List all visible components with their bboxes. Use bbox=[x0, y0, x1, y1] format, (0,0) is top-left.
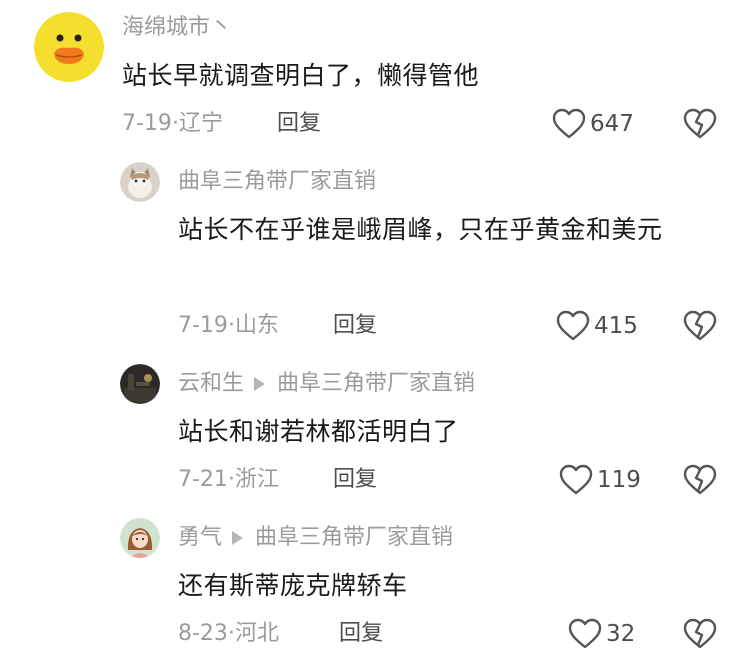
comment-date: 7-19 bbox=[122, 111, 172, 136]
reply-button[interactable]: 回复 bbox=[339, 623, 383, 645]
username[interactable]: 海绵城市丶 bbox=[122, 17, 232, 39]
duck-avatar-icon bbox=[34, 12, 104, 82]
broken-heart-icon bbox=[683, 464, 717, 495]
comment-location: 山东 bbox=[234, 313, 279, 338]
avatar[interactable] bbox=[34, 12, 104, 82]
comment-text: 站长和谢若林都活明白了 bbox=[178, 417, 459, 446]
username[interactable]: 云和生 曲阜三角带厂家直销 bbox=[178, 373, 475, 395]
avatar[interactable] bbox=[120, 518, 160, 558]
like-button[interactable]: 415 bbox=[556, 310, 638, 342]
like-count: 32 bbox=[606, 620, 636, 647]
dislike-button[interactable] bbox=[683, 310, 717, 342]
comment-date: 7-19 bbox=[178, 313, 228, 338]
heart-icon bbox=[568, 618, 602, 649]
dark-photo-avatar-icon bbox=[120, 364, 160, 404]
avatar[interactable] bbox=[120, 162, 160, 202]
meta-separator: · bbox=[171, 111, 179, 136]
dislike-button[interactable] bbox=[683, 464, 717, 496]
comment-date: 7-21 bbox=[178, 467, 228, 492]
girl-avatar-icon bbox=[120, 518, 160, 558]
comment-meta: 7-19·山东 bbox=[178, 315, 279, 337]
avatar[interactable] bbox=[120, 364, 160, 404]
username[interactable]: 勇气 曲阜三角带厂家直销 bbox=[178, 527, 453, 549]
like-count: 119 bbox=[597, 466, 641, 493]
dislike-button[interactable] bbox=[683, 108, 717, 140]
like-count: 415 bbox=[594, 312, 638, 339]
like-button[interactable]: 32 bbox=[568, 618, 635, 650]
dislike-button[interactable] bbox=[683, 618, 717, 650]
broken-heart-icon bbox=[683, 310, 717, 341]
reply-arrow-icon bbox=[232, 531, 244, 545]
broken-heart-icon bbox=[683, 108, 717, 139]
comment-location: 河北 bbox=[234, 621, 279, 646]
comment-meta: 7-19·辽宁 bbox=[122, 113, 223, 135]
meta-separator: · bbox=[227, 313, 235, 338]
comment-text: 还有斯蒂庞克牌轿车 bbox=[178, 571, 408, 600]
comment-meta: 7-21·浙江 bbox=[178, 469, 279, 491]
meta-separator: · bbox=[227, 621, 235, 646]
like-count: 647 bbox=[590, 110, 634, 137]
reply-button[interactable]: 回复 bbox=[333, 315, 377, 337]
reply-arrow-icon bbox=[254, 377, 266, 391]
like-button[interactable]: 647 bbox=[552, 108, 634, 140]
reply-button[interactable]: 回复 bbox=[277, 113, 321, 135]
username[interactable]: 曲阜三角带厂家直销 bbox=[178, 171, 376, 193]
reply-button[interactable]: 回复 bbox=[333, 469, 377, 491]
reply-to-username: 曲阜三角带厂家直销 bbox=[277, 371, 476, 396]
comment-text: 站长早就调查明白了，懒得管他 bbox=[122, 61, 480, 90]
comment-text: 站长不在乎谁是峨眉峰，只在乎黄金和美元 bbox=[178, 215, 663, 244]
comment-location: 浙江 bbox=[234, 467, 279, 492]
comment-date: 8-23 bbox=[178, 621, 228, 646]
heart-icon bbox=[552, 108, 586, 139]
like-button[interactable]: 119 bbox=[559, 464, 641, 496]
heart-icon bbox=[559, 464, 593, 495]
reply-to-username: 曲阜三角带厂家直销 bbox=[255, 525, 454, 550]
meta-separator: · bbox=[227, 467, 235, 492]
comment-location: 辽宁 bbox=[178, 111, 223, 136]
heart-icon bbox=[556, 310, 590, 341]
comment-meta: 8-23·河北 bbox=[178, 623, 279, 645]
cat-avatar-icon bbox=[120, 162, 160, 202]
broken-heart-icon bbox=[683, 618, 717, 649]
